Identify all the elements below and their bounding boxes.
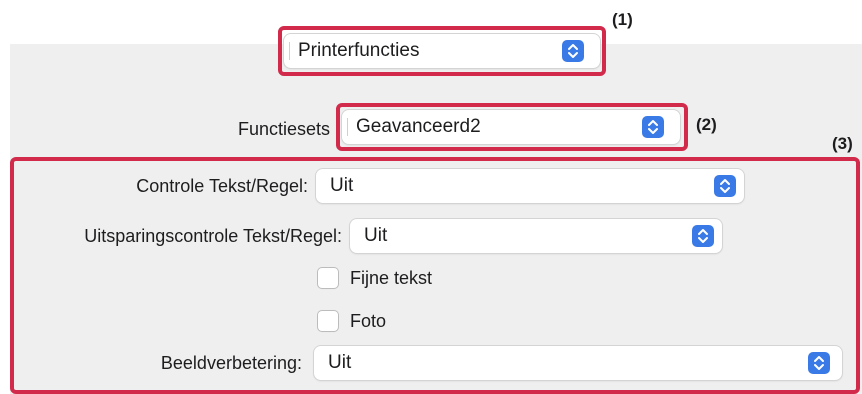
chevron-updown-icon[interactable] [808, 352, 830, 374]
text-line-control-label: Controle Tekst/Regel: [136, 176, 308, 196]
image-enhancement-label: Beeldverbetering: [160, 353, 302, 373]
photo-label: Foto [350, 311, 387, 331]
callout-3: (3) [832, 134, 853, 153]
text-line-exclusion-select[interactable]: Uit [350, 219, 722, 253]
image-enhancement-select[interactable]: Uit [314, 346, 842, 380]
text-line-exclusion-label: Uitsparingscontrole Tekst/Regel: [84, 226, 342, 246]
fine-text-label: Fijne tekst [350, 268, 433, 288]
highlight-box-1 [278, 26, 606, 76]
text-line-control-value: Uit [330, 175, 354, 196]
callout-2: (2) [696, 115, 717, 134]
feature-sets-label: Functiesets [237, 119, 330, 139]
chevron-updown-icon[interactable] [714, 175, 736, 197]
text-line-exclusion-value: Uit [364, 225, 388, 246]
image-enhancement-value: Uit [328, 352, 352, 373]
text-line-control-select[interactable]: Uit [316, 169, 744, 203]
callout-1: (1) [612, 10, 633, 29]
chevron-updown-icon[interactable] [692, 225, 714, 247]
photo-checkbox[interactable] [318, 311, 338, 331]
fine-text-checkbox[interactable] [318, 268, 338, 288]
highlight-box-2 [336, 103, 688, 151]
